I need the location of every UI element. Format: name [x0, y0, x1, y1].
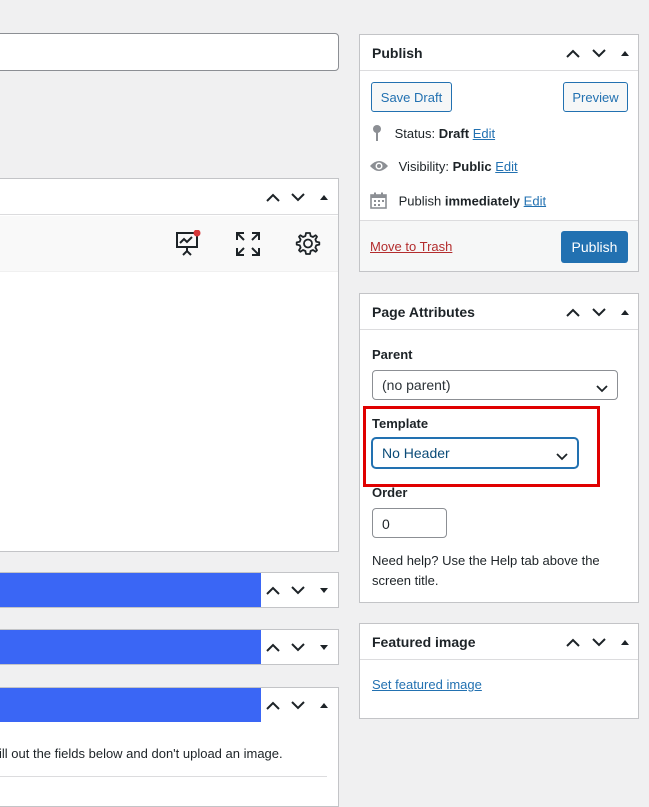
section-description: ill out the fields below and don't uploa…: [0, 746, 283, 761]
triangle-toggle-icon[interactable]: [314, 695, 334, 715]
chevron-up-icon[interactable]: [263, 580, 283, 600]
chevron-down-icon[interactable]: [589, 43, 609, 63]
expanded-section: ill out the fields below and don't uploa…: [0, 687, 339, 807]
highlight-box: [363, 406, 600, 487]
visibility-label: Visibility:: [398, 159, 449, 174]
page-attributes-title: Page Attributes: [372, 304, 475, 320]
editor-box-header: [0, 179, 338, 215]
parent-select-value: (no parent): [382, 377, 451, 393]
chevron-up-icon[interactable]: [263, 637, 283, 657]
editor-toolbar: [0, 216, 338, 272]
chevron-down-icon[interactable]: [589, 302, 609, 322]
chevron-up-icon[interactable]: [263, 187, 283, 207]
parent-select[interactable]: (no parent): [372, 370, 618, 400]
section-bar[interactable]: [0, 688, 261, 722]
triangle-toggle-icon[interactable]: [314, 187, 334, 207]
status-label: Status:: [394, 125, 436, 141]
publish-actions: Move to Trash Publish: [360, 220, 638, 271]
parent-label: Parent: [372, 347, 413, 362]
chevron-up-icon[interactable]: [563, 632, 583, 652]
presentation-chart-icon[interactable]: [175, 229, 201, 261]
set-featured-image-link[interactable]: Set featured image: [372, 677, 482, 692]
chevron-up-icon[interactable]: [263, 695, 283, 715]
eye-icon: [369, 159, 389, 176]
chevron-down-icon: [596, 380, 608, 396]
edit-visibility-link[interactable]: Edit: [495, 159, 517, 174]
featured-image-title: Featured image: [372, 634, 476, 650]
status-value: Draft: [438, 125, 470, 141]
editor-box: [0, 178, 339, 552]
pin-icon: [371, 124, 383, 145]
order-input[interactable]: 0: [372, 508, 447, 538]
chevron-down-icon[interactable]: [288, 580, 308, 600]
collapsed-section-2: [0, 629, 339, 665]
help-text: Need help? Use the Help tab above the sc…: [372, 553, 600, 588]
move-to-trash-link[interactable]: Move to Trash: [370, 239, 452, 254]
featured-image-box: Featured image Set featured image: [359, 623, 639, 719]
gear-icon[interactable]: [295, 231, 321, 260]
chevron-down-icon[interactable]: [288, 637, 308, 657]
publish-timing: immediately: [444, 193, 521, 209]
triangle-toggle-icon[interactable]: [314, 580, 334, 600]
chevron-down-icon[interactable]: [589, 632, 609, 652]
visibility-row: Visibility: Public Edit: [369, 159, 518, 176]
divider: [0, 776, 327, 777]
schedule-row: Publish immediately Edit: [370, 192, 546, 212]
chevron-up-icon[interactable]: [563, 43, 583, 63]
triangle-toggle-icon[interactable]: [615, 43, 635, 63]
edit-schedule-link[interactable]: Edit: [524, 193, 546, 208]
visibility-value: Public: [452, 159, 492, 174]
section-bar[interactable]: [0, 630, 261, 664]
publish-box-header: Publish: [360, 35, 638, 71]
section-bar[interactable]: [0, 573, 261, 607]
publish-button[interactable]: Publish: [561, 231, 628, 263]
status-row: Status: Draft Edit: [371, 124, 495, 145]
calendar-icon: [370, 192, 387, 212]
featured-image-header: Featured image: [360, 624, 638, 660]
triangle-toggle-icon[interactable]: [615, 302, 635, 322]
order-value: 0: [382, 516, 390, 532]
chevron-up-icon[interactable]: [563, 302, 583, 322]
publish-box: Publish Save Draft Preview Status: Draft…: [359, 34, 639, 272]
triangle-toggle-icon[interactable]: [615, 632, 635, 652]
collapsed-section-1: [0, 572, 339, 608]
order-label: Order: [372, 485, 408, 500]
edit-status-link[interactable]: Edit: [473, 126, 495, 141]
preview-button[interactable]: Preview: [563, 82, 628, 112]
save-draft-button[interactable]: Save Draft: [371, 82, 452, 112]
chevron-down-icon[interactable]: [288, 187, 308, 207]
page-attributes-header: Page Attributes: [360, 294, 638, 330]
triangle-toggle-icon[interactable]: [314, 637, 334, 657]
publish-box-title: Publish: [372, 45, 423, 61]
publish-label: Publish: [398, 193, 442, 209]
title-input[interactable]: [0, 33, 339, 71]
chevron-down-icon[interactable]: [288, 695, 308, 715]
fullscreen-icon[interactable]: [235, 231, 261, 260]
